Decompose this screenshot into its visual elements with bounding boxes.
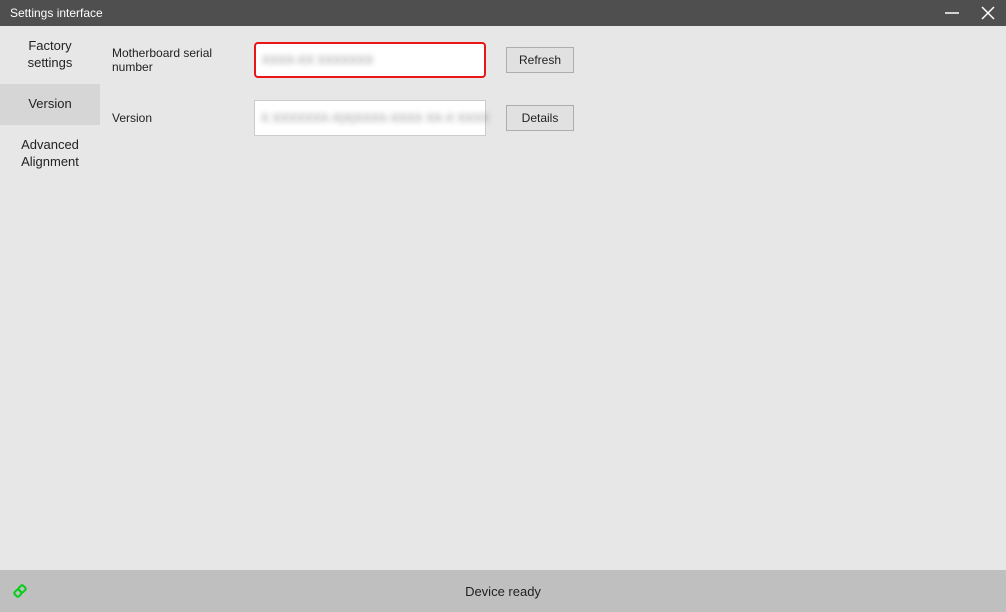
serial-value: XXXX-XX XXXXXXX xyxy=(262,53,373,67)
version-label: Version xyxy=(112,111,254,125)
version-row: Version X XXXXXXX-X|X|XXXX-XXXX XX-X XXX… xyxy=(112,100,994,136)
minimize-button[interactable] xyxy=(934,0,970,26)
serial-row: Motherboard serial number XXXX-XX XXXXXX… xyxy=(112,42,994,78)
title-bar: Settings interface xyxy=(0,0,1006,26)
sidebar: Factory settings Version Advanced Alignm… xyxy=(0,26,100,570)
sidebar-item-label: Factory settings xyxy=(28,38,73,70)
refresh-button[interactable]: Refresh xyxy=(506,47,574,73)
version-value: X XXXXXXX-X|X|XXXX-XXXX XX-X XXXX xyxy=(261,111,489,125)
sidebar-item-version[interactable]: Version xyxy=(0,84,100,125)
window-title: Settings interface xyxy=(10,6,103,20)
status-text: Device ready xyxy=(465,584,541,599)
sidebar-item-label: Version xyxy=(28,96,71,111)
serial-label: Motherboard serial number xyxy=(112,46,254,74)
sidebar-item-factory-settings[interactable]: Factory settings xyxy=(0,26,100,84)
connection-icon xyxy=(0,580,40,602)
sidebar-item-advanced-alignment[interactable]: Advanced Alignment xyxy=(0,125,100,183)
main-panel: Motherboard serial number XXXX-XX XXXXXX… xyxy=(100,26,1006,570)
close-button[interactable] xyxy=(970,0,1006,26)
version-field[interactable]: X XXXXXXX-X|X|XXXX-XXXX XX-X XXXX xyxy=(254,100,486,136)
details-button[interactable]: Details xyxy=(506,105,574,131)
sidebar-item-label: Advanced Alignment xyxy=(21,137,79,169)
status-bar: Device ready xyxy=(0,570,1006,612)
serial-field[interactable]: XXXX-XX XXXXXXX xyxy=(254,42,486,78)
